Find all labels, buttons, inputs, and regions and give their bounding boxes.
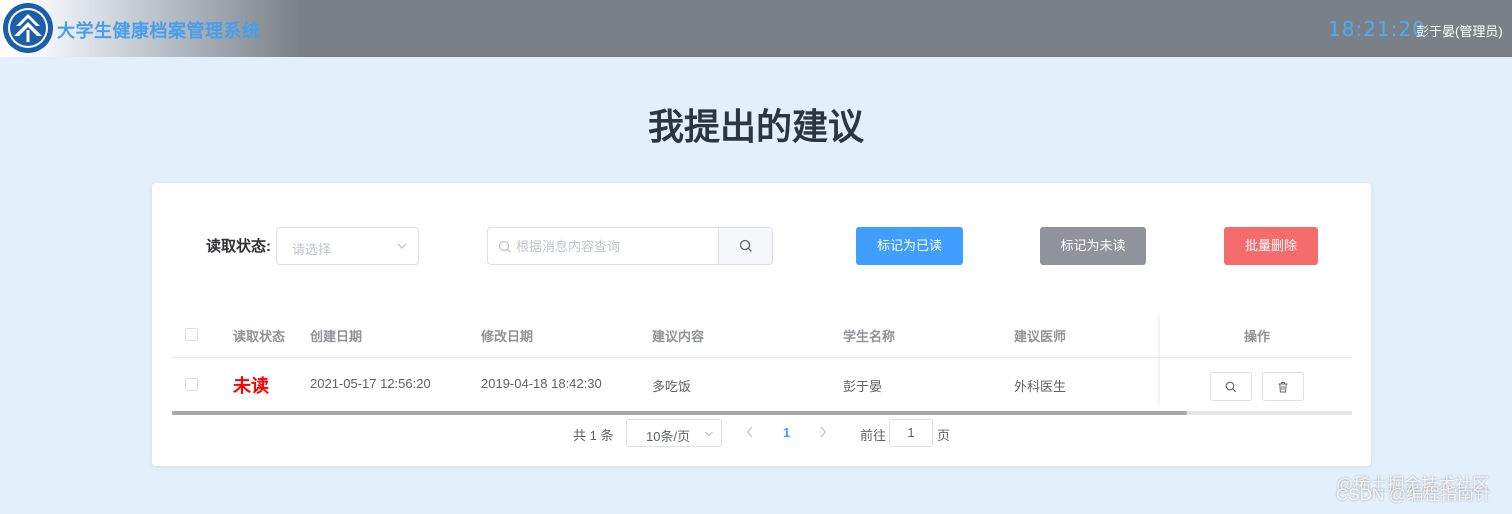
watermark-line-2: CSDN @编程指南针 [1336,485,1492,504]
read-status-placeholder: 请选择 [292,242,332,257]
system-title: 大学生健康档案管理系统 [57,21,261,41]
search-icon [498,240,511,253]
app-header: 大学生健康档案管理系统 18:21:20 彭于晏(管理员) [0,0,1512,57]
row-checkbox[interactable] [185,378,198,391]
mark-read-button[interactable]: 标记为已读 [856,227,963,265]
operations-column: 操作 [1160,311,1352,411]
modified-date: 2019-04-18 18:42:30 [481,376,602,391]
suggestions-table: 读取状态 创建日期 修改日期 建议内容 学生名称 建议医师 未读 2021-05… [172,311,1352,415]
column-header-doctor: 建议医师 [1014,329,1067,344]
batch-delete-button[interactable]: 批量删除 [1224,227,1318,265]
page-title: 我提出的建议 [647,106,864,147]
clock: 18:21:20 [1328,17,1426,41]
search-button[interactable] [718,228,772,264]
mark-unread-button[interactable]: 标记为未读 [1040,227,1146,265]
column-header-status: 读取状态 [233,329,286,344]
column-header-student: 学生名称 [843,329,896,344]
created-date: 2021-05-17 12:56:20 [310,376,431,391]
chevron-right-icon[interactable] [817,425,829,439]
doctor-name: 外科医生 [1014,379,1067,394]
chevron-down-icon [397,243,407,249]
page-size-select[interactable]: 10条/页 [626,419,722,447]
read-status-select[interactable]: 请选择 [276,227,419,265]
search-icon [1225,381,1237,393]
view-button[interactable] [1210,372,1252,401]
suggestion-content: 多吃饭 [652,379,692,394]
content-card: 读取状态: 请选择 标记为已读 标记为未读 批量删除 读取状态 创建日期 修改日… [152,183,1371,466]
select-all-checkbox[interactable] [185,328,198,341]
horizontal-scrollbar[interactable] [172,411,1352,415]
operations-header-cell: 操作 [1160,311,1352,358]
column-header-created: 创建日期 [310,329,363,344]
search-input[interactable] [516,228,716,264]
page-suffix-label: 页 [937,428,951,443]
search-box [487,227,773,265]
page-size-value: 10条/页 [646,429,691,444]
student-name: 彭于晏 [843,379,883,394]
column-header-content: 建议内容 [652,329,705,344]
delete-button[interactable] [1262,372,1304,401]
watermark: @稀土掘金技术社区 CSDN @编程指南针 [1336,475,1491,505]
total-count: 共 1 条 [573,428,614,443]
column-header-modified: 修改日期 [481,329,534,344]
university-logo-icon [3,3,53,53]
current-user[interactable]: 彭于晏(管理员) [1416,21,1503,40]
scrollbar-thumb[interactable] [172,411,1187,415]
operations-cell [1160,358,1352,411]
page-number-current[interactable]: 1 [783,425,790,440]
goto-label: 前往 [860,428,887,443]
chevron-down-icon [705,431,713,437]
trash-icon [1278,382,1288,393]
search-icon [739,239,752,252]
goto-page-input[interactable]: 1 [889,419,933,447]
column-header-operations: 操作 [1244,329,1271,344]
read-status-value: 未读 [233,376,269,396]
pagination: 共 1 条 10条/页 1 前往 1 页 [152,419,1371,449]
chevron-left-icon[interactable] [744,425,756,439]
read-status-label: 读取状态: [206,238,271,255]
